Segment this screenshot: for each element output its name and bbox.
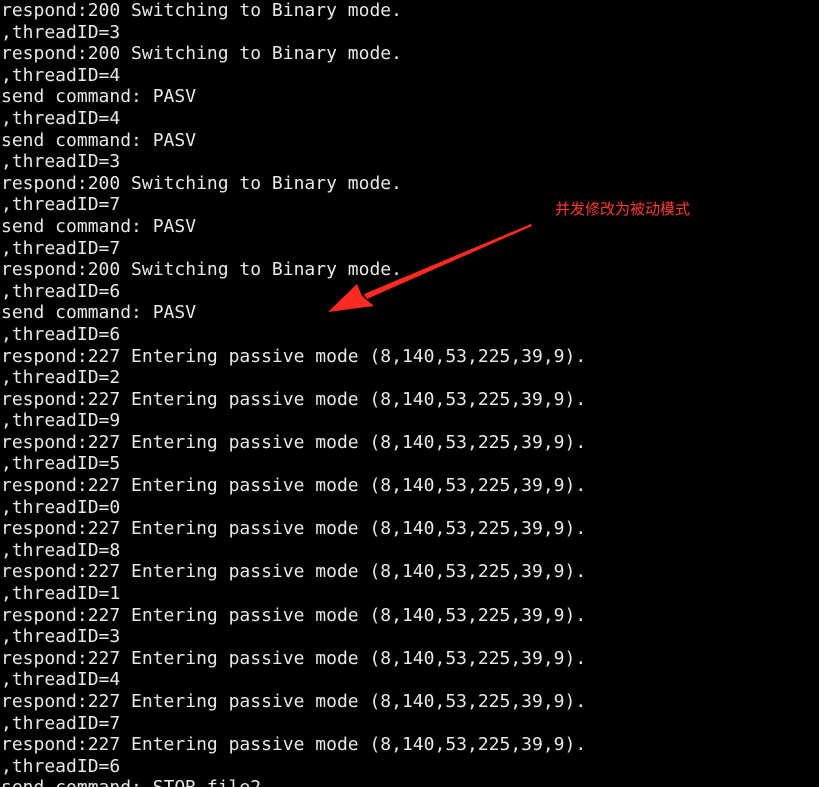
terminal-line: ,threadID=5 [1, 453, 121, 475]
terminal-line: respond:227 Entering passive mode (8,140… [1, 604, 587, 626]
terminal-line: ,threadID=2 [1, 367, 121, 389]
terminal-line: ,threadID=3 [1, 151, 121, 173]
annotation-label: 并发修改为被动模式 [555, 200, 691, 218]
terminal-line: send command: STOR file2 [1, 777, 586, 787]
terminal-line: respond:227 Entering passive mode (8,140… [1, 518, 587, 540]
terminal-line: respond:200 Switching to Binary mode. [1, 43, 402, 65]
terminal-line: ,threadID=7 [1, 712, 121, 734]
terminal-line: respond:227 Entering passive mode (8,140… [1, 388, 587, 410]
terminal-window[interactable]: respond:200 Switching to Binary mode. ,t… [0, 0, 819, 787]
terminal-line: ,threadID=6 [1, 323, 121, 345]
terminal-line: respond:227 Entering passive mode (8,140… [1, 561, 587, 583]
terminal-line: respond:227 Entering passive mode (8,140… [1, 734, 587, 756]
terminal-line: respond:200 Switching to Binary mode. [1, 172, 402, 194]
terminal-line: ,threadID=7 [1, 237, 121, 259]
terminal-line: ,threadID=8 [1, 539, 121, 561]
terminal-line: respond:227 Entering passive mode (8,140… [1, 691, 587, 712]
terminal-line: ,threadID=4 [1, 669, 121, 691]
terminal-line: ,threadID=4 [1, 64, 121, 86]
terminal-line: ,threadID=1 [1, 583, 121, 605]
terminal-line: respond:227 Entering passive mode (8,140… [1, 431, 587, 453]
terminal-line: respond:200 Switching to Binary mode. [1, 259, 402, 281]
terminal-line: ,threadID=9 [1, 410, 121, 432]
terminal-line: ,threadID=6 [1, 280, 121, 302]
terminal-line: send command: PASV [1, 129, 197, 151]
terminal-line: send command: PASV [1, 215, 197, 237]
terminal-line: respond:227 Entering passive mode (8,140… [1, 647, 587, 669]
terminal-line: respond:227 Entering passive mode (8,140… [1, 475, 587, 497]
terminal-line: respond:227 Entering passive mode (8,140… [1, 345, 587, 367]
terminal-line: ,threadID=3 [1, 626, 121, 648]
terminal-line: ,threadID=0 [1, 496, 121, 518]
terminal-line: ,threadID=7 [1, 194, 121, 216]
terminal-line: ,threadID=6 [1, 755, 121, 777]
terminal-line: ,threadID=4 [1, 107, 121, 129]
terminal-output: respond:200 Switching to Binary mode. ,t… [1, 0, 586, 787]
terminal-line: ,threadID=3 [1, 21, 121, 43]
terminal-line: send command: PASV [1, 86, 197, 108]
terminal-line: respond:200 Switching to Binary mode. [1, 0, 402, 21]
terminal-line: send command: PASV [1, 302, 197, 324]
